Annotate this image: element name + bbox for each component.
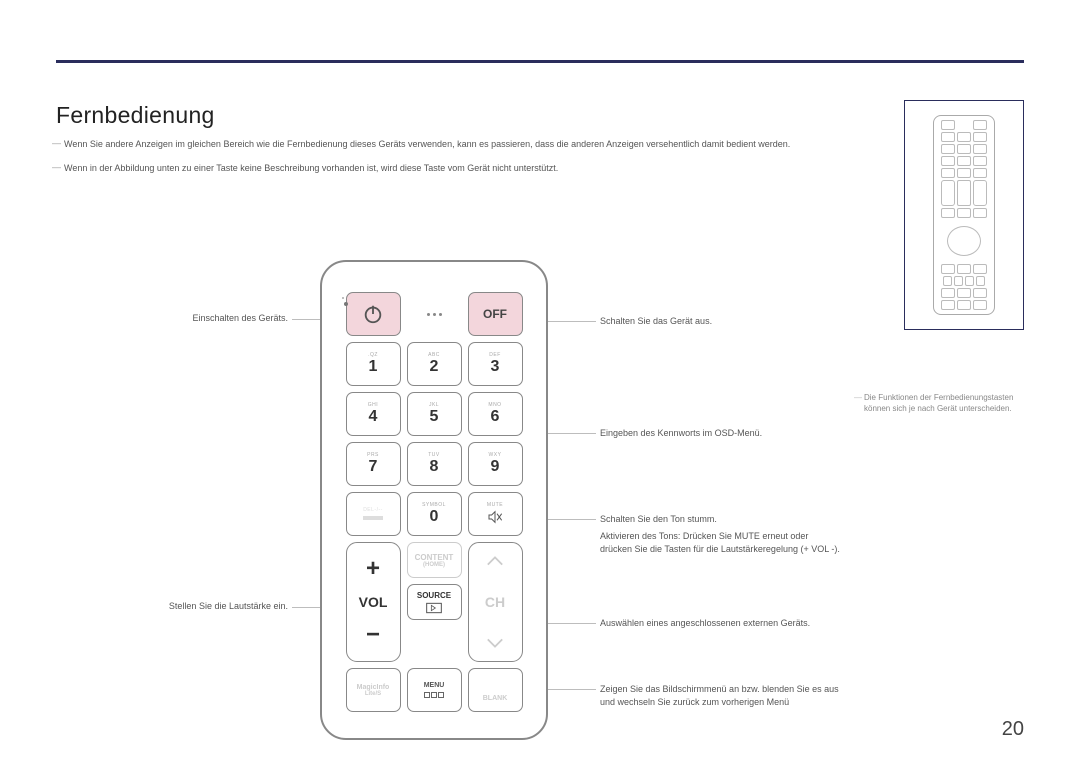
blank-button: BLANK (468, 668, 523, 712)
label-power-on: Einschalten des Geräts. (108, 312, 288, 325)
menu-button: MENU (407, 668, 462, 712)
key-5: JKL5 (407, 392, 462, 436)
intro-p2: Wenn in der Abbildung unten zu einer Tas… (56, 162, 856, 176)
magicinfo-button: MagicInfo Lite/S (346, 668, 401, 712)
label-vol: Stellen Sie die Lautstärke ein. (108, 600, 288, 613)
header-rule (56, 60, 1024, 63)
key-6: MNO6 (468, 392, 523, 436)
key-1: .QZ1 (346, 342, 401, 386)
ir-dots-icon (427, 313, 442, 316)
mini-remote-icon (933, 115, 995, 315)
intro-text: Wenn Sie andere Anzeigen im gleichen Ber… (56, 138, 856, 185)
ir-led-icon (344, 302, 348, 306)
key-3: DEF3 (468, 342, 523, 386)
side-note: Die Funktionen der Fernbedienungstasten … (864, 392, 1024, 414)
power-off-button: OFF (468, 292, 523, 336)
key-0: SYMBOL0 (407, 492, 462, 536)
key-8: TUV8 (407, 442, 462, 486)
channel-rocker: CH (468, 542, 523, 662)
label-keypad: Eingeben des Kennworts im OSD-Menü. (600, 427, 840, 440)
content-home-button: CONTENT (HOME) (407, 542, 462, 578)
chevron-up-icon (486, 555, 504, 567)
keypad: .QZ1 ABC2 DEF3 GHI4 JKL5 MNO6 PRS7 TUV8 … (332, 342, 536, 536)
power-icon (362, 303, 384, 325)
source-button: SOURCE (407, 584, 462, 620)
menu-icon (424, 692, 444, 698)
key-del: DEL-/-- (346, 492, 401, 536)
off-label: OFF (483, 307, 507, 321)
ch-label: CH (485, 594, 505, 610)
key-7: PRS7 (346, 442, 401, 486)
page-title: Fernbedienung (56, 102, 215, 129)
key-4: GHI4 (346, 392, 401, 436)
page-number: 20 (1002, 718, 1024, 741)
source-icon (426, 602, 442, 614)
chevron-down-icon (486, 637, 504, 649)
reference-remote-box (904, 100, 1024, 330)
power-on-button (346, 292, 401, 336)
key-9: WXY9 (468, 442, 523, 486)
mute-icon (487, 509, 503, 525)
label-menu: Zeigen Sie das Bildschirmmenü an bzw. bl… (600, 683, 840, 708)
label-mute2: Aktivieren des Tons: Drücken Sie MUTE er… (600, 530, 840, 555)
label-source: Auswählen eines angeschlossenen externen… (600, 617, 840, 630)
key-2: ABC2 (407, 342, 462, 386)
remote-diagram: OFF .QZ1 ABC2 DEF3 GHI4 JKL5 MNO6 PRS7 T… (320, 260, 548, 740)
label-mute1: Schalten Sie den Ton stumm. (600, 513, 840, 526)
volume-rocker: + VOL − (346, 542, 401, 662)
key-mute: MUTE (468, 492, 523, 536)
vol-label: VOL (359, 594, 388, 610)
intro-p1: Wenn Sie andere Anzeigen im gleichen Ber… (56, 138, 856, 152)
label-power-off: Schalten Sie das Gerät aus. (600, 315, 820, 328)
